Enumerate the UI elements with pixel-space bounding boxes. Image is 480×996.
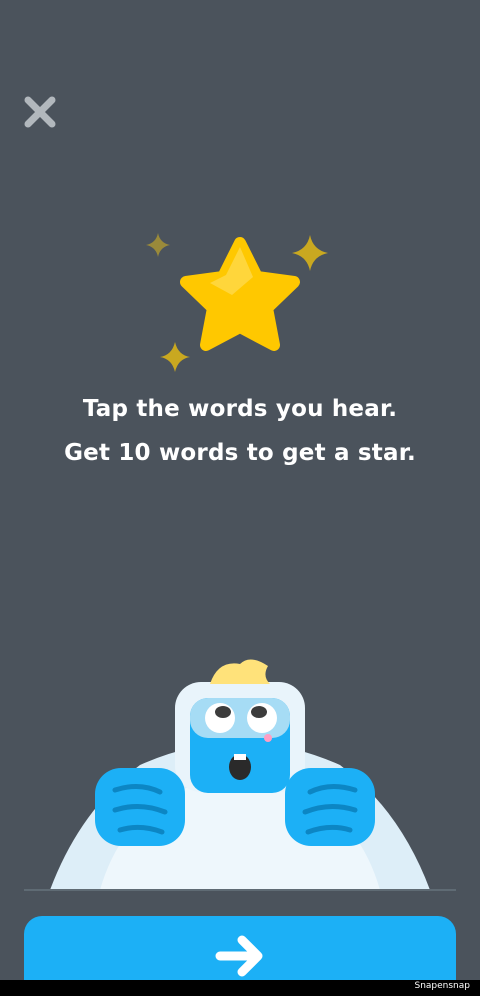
sparkle-icon [160, 342, 190, 372]
sparkle-icon [292, 235, 328, 271]
star-illustration [140, 225, 340, 375]
instruction-line-1: Tap the words you hear. [82, 396, 398, 422]
close-icon [24, 96, 56, 128]
watermark: Snapensnap [414, 981, 470, 991]
yeti-mascot [40, 650, 440, 895]
sparkle-icon [146, 233, 170, 257]
instruction-line-2: Get 10 words to get a star. [64, 440, 416, 466]
system-bar [0, 980, 480, 996]
divider [24, 889, 456, 891]
arrow-right-icon [215, 935, 263, 977]
close-button[interactable] [20, 92, 60, 132]
